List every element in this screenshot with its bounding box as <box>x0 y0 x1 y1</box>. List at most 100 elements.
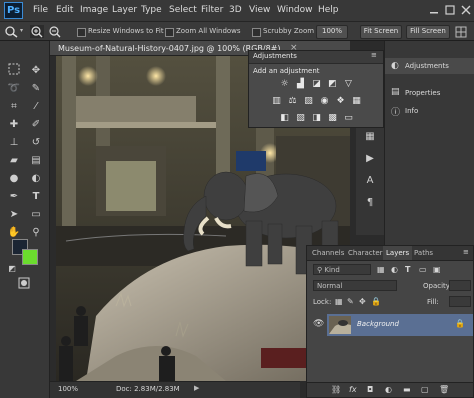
rectangle-tool-icon[interactable]: ▭ <box>28 207 44 223</box>
selective-color-icon[interactable]: ▩ <box>327 113 338 124</box>
fill-input[interactable] <box>449 296 471 307</box>
layer-style-icon[interactable]: fx <box>349 385 357 394</box>
type-tool-icon[interactable]: T <box>28 189 44 205</box>
layer-filter-kind[interactable]: ⚲ Kind <box>313 264 371 275</box>
zoom-level[interactable]: 100% <box>58 385 78 393</box>
threshold-icon[interactable]: ◨ <box>311 113 322 124</box>
brightness-contrast-icon[interactable]: ☼ <box>279 79 290 90</box>
zoom-all-checkbox[interactable] <box>165 28 174 37</box>
chevron-down-icon[interactable]: ▾ <box>20 27 23 34</box>
menu-layer[interactable]: Layer <box>112 5 137 15</box>
quick-mask-icon[interactable] <box>16 277 32 293</box>
zoom-tool-icon[interactable]: ⚲ <box>28 225 44 241</box>
panel-menu-icon[interactable]: ≡ <box>371 51 377 59</box>
lock-image-icon[interactable]: ✎ <box>347 297 354 306</box>
history-brush-tool-icon[interactable]: ↺ <box>28 135 44 151</box>
lock-all-icon[interactable]: 🔒 <box>371 297 381 306</box>
background-color-swatch[interactable] <box>22 249 38 265</box>
zoom-in-icon[interactable] <box>30 25 44 38</box>
posterize-icon[interactable]: ▧ <box>295 113 306 124</box>
delete-layer-icon[interactable]: 🗑 <box>439 385 449 394</box>
menu-3d[interactable]: 3D <box>229 5 242 15</box>
black-white-icon[interactable]: ▨ <box>303 96 314 107</box>
link-layers-icon[interactable]: ⛓ <box>331 385 341 394</box>
color-balance-icon[interactable]: ⚖ <box>287 96 298 107</box>
lock-transparent-icon[interactable]: ▦ <box>335 297 343 306</box>
new-layer-icon[interactable]: ▢ <box>421 385 429 394</box>
menu-filter[interactable]: Filter <box>201 5 223 15</box>
filter-pixel-icon[interactable]: ▦ <box>377 265 385 274</box>
panel-menu-icon[interactable]: ≡ <box>463 248 469 256</box>
adjustments-panel-tab[interactable]: ◐ Adjustments <box>385 58 474 74</box>
scrubby-zoom-checkbox[interactable] <box>252 28 261 37</box>
zoom-out-icon[interactable] <box>48 25 62 38</box>
curves-icon[interactable]: ◪ <box>311 79 322 90</box>
tab-paths[interactable]: Paths <box>411 246 436 260</box>
zoom-percent-button[interactable]: 100% <box>316 25 348 39</box>
character-panel-icon[interactable]: A <box>362 173 378 189</box>
document-size-info[interactable]: Doc: 2.83M/2.83M <box>116 385 180 393</box>
clone-stamp-tool-icon[interactable]: ⊥ <box>6 135 22 151</box>
adjustments-titlebar[interactable]: Adjustments ≡ <box>249 51 383 64</box>
filter-smart-object-icon[interactable]: ▣ <box>433 265 441 274</box>
color-lookup-icon[interactable]: ▦ <box>351 96 362 107</box>
menu-window[interactable]: Window <box>277 5 313 15</box>
fill-screen-button[interactable]: Fill Screen <box>406 25 450 39</box>
menu-edit[interactable]: Edit <box>56 5 73 15</box>
filter-adjustment-icon[interactable]: ◐ <box>391 265 398 274</box>
info-panel-tab[interactable]: ⓘ Info <box>385 104 474 118</box>
eyedropper-tool-icon[interactable]: ⁄ <box>28 99 44 115</box>
default-colors-icon[interactable]: ◩ <box>4 261 20 277</box>
brush-tool-icon[interactable]: ✐ <box>28 117 44 133</box>
move-tool-icon[interactable]: ✥ <box>28 63 44 79</box>
resize-windows-checkbox[interactable] <box>77 28 86 37</box>
lasso-tool-icon[interactable]: ➰ <box>6 81 22 97</box>
quick-select-tool-icon[interactable]: ✎ <box>28 81 44 97</box>
marquee-tool-icon[interactable] <box>6 63 22 79</box>
tab-character[interactable]: Character <box>345 246 386 260</box>
filter-type-icon[interactable]: T <box>405 265 410 274</box>
actions-panel-icon[interactable]: ▶ <box>362 151 378 167</box>
menu-image[interactable]: Image <box>80 5 108 15</box>
tab-layers[interactable]: Layers <box>383 246 413 260</box>
close-icon[interactable] <box>460 4 472 16</box>
menu-view[interactable]: View <box>249 5 270 15</box>
dodge-tool-icon[interactable]: ◐ <box>28 171 44 187</box>
visibility-eye-icon[interactable]: 👁 <box>313 319 324 329</box>
levels-icon[interactable]: ▟ <box>295 79 306 90</box>
lock-position-icon[interactable]: ✥ <box>359 297 366 306</box>
zoom-tool-icon[interactable] <box>4 25 18 38</box>
gradient-map-icon[interactable]: ▭ <box>343 113 354 124</box>
vibrance-icon[interactable]: ▽ <box>343 79 354 90</box>
new-group-icon[interactable]: ▬ <box>403 385 411 394</box>
pen-tool-icon[interactable]: ✒ <box>6 189 22 205</box>
filter-shape-icon[interactable]: ▭ <box>419 265 427 274</box>
photo-filter-icon[interactable]: ◉ <box>319 96 330 107</box>
menu-type[interactable]: Type <box>141 5 162 15</box>
paragraph-panel-icon[interactable]: ¶ <box>362 195 378 211</box>
status-arrow-icon[interactable]: ▶ <box>194 384 199 392</box>
grid-icon[interactable] <box>455 26 467 38</box>
blur-tool-icon[interactable]: ● <box>6 171 22 187</box>
background-layer-row[interactable]: Background 🔒 <box>327 314 473 336</box>
menu-help[interactable]: Help <box>318 5 339 15</box>
gradient-tool-icon[interactable]: ▤ <box>28 153 44 169</box>
menu-select[interactable]: Select <box>169 5 197 15</box>
layer-mask-icon[interactable]: ◘ <box>367 385 373 394</box>
crop-tool-icon[interactable]: ⌗ <box>6 99 22 115</box>
history-panel-icon[interactable]: ▦ <box>362 129 378 145</box>
minimize-icon[interactable] <box>428 4 440 16</box>
new-adjustment-layer-icon[interactable]: ◐ <box>385 385 392 394</box>
hue-saturation-icon[interactable]: ▥ <box>271 96 282 107</box>
exposure-icon[interactable]: ◩ <box>327 79 338 90</box>
properties-panel-tab[interactable]: ▤ Properties <box>385 86 474 100</box>
path-select-tool-icon[interactable]: ➤ <box>6 207 22 223</box>
maximize-icon[interactable] <box>444 4 456 16</box>
channel-mixer-icon[interactable]: ❖ <box>335 96 346 107</box>
menu-file[interactable]: File <box>33 5 48 15</box>
blend-mode-select[interactable]: Normal <box>313 280 397 291</box>
invert-icon[interactable]: ◧ <box>279 113 290 124</box>
tab-channels[interactable]: Channels <box>309 246 347 260</box>
opacity-input[interactable] <box>449 280 471 291</box>
fit-screen-button[interactable]: Fit Screen <box>360 25 402 39</box>
